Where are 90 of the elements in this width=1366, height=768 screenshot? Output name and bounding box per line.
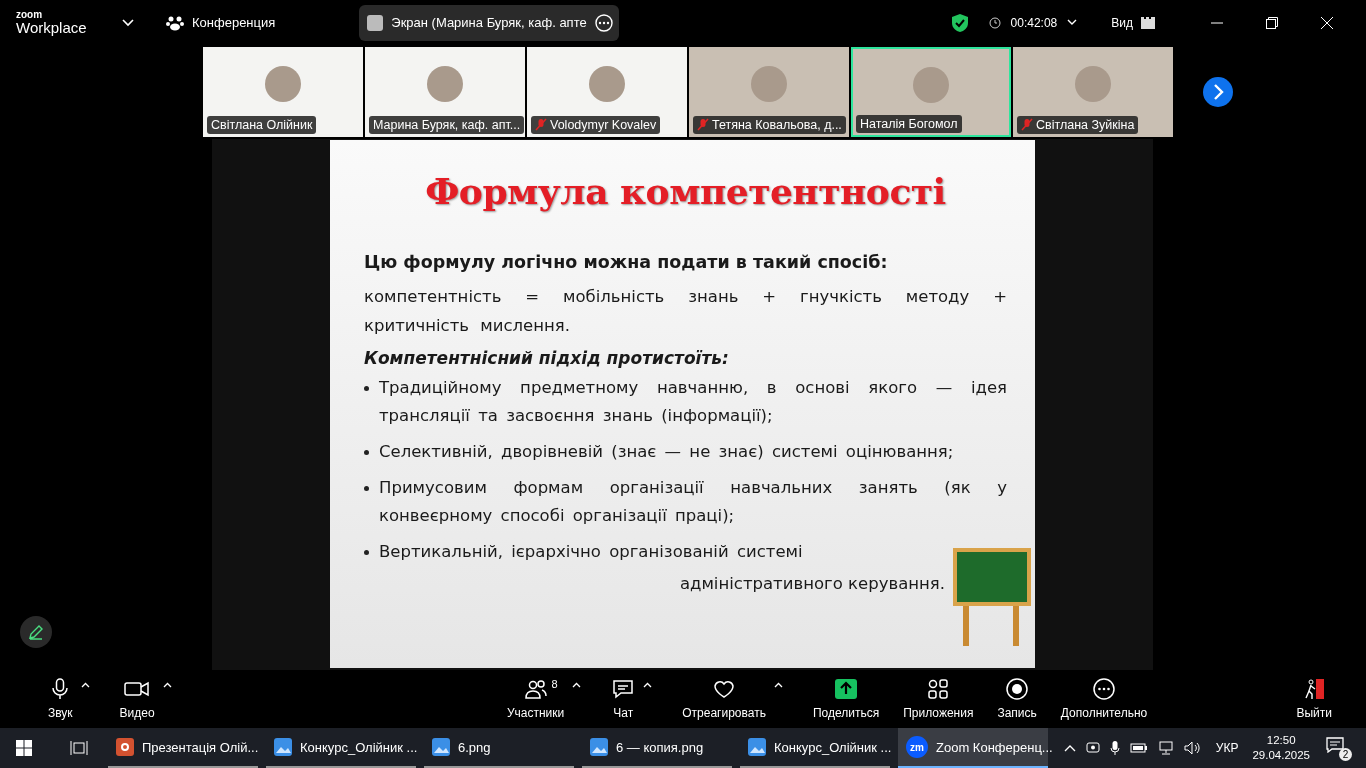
photo-app-icon [748,738,766,756]
language-indicator[interactable]: УКР [1215,741,1239,755]
avatar-icon [367,14,384,31]
slide-subheading: Компетентнісний підхід протистоїть: [364,348,730,368]
photo-app-icon [432,738,450,756]
view-button[interactable]: Вид [1105,14,1161,31]
notification-count: 2 [1339,748,1352,761]
meeting-label[interactable]: Конференция [192,15,276,30]
bullet-text: Вертикальній, ієрархічно організованій системі [379,541,803,563]
bullet-text: Селективній, дворівневій (знає — не знає) системі оцінювання; [379,441,954,463]
bullet-icon [364,450,369,455]
more-icon[interactable] [594,13,613,32]
shield-check-icon[interactable] [950,12,969,33]
apps-icon [926,678,951,700]
grid-icon [1141,16,1155,29]
logo-small-text: zoom [16,10,44,20]
bullet-icon [364,386,369,391]
participant-tile[interactable]: Світлана Олійник [203,47,363,137]
meeting-timer: 00:42:08 [1010,15,1058,30]
chevron-down-icon[interactable] [1067,19,1078,26]
clock-icon [988,16,1001,29]
caret-icon[interactable] [162,682,172,688]
photo-app-icon [590,738,608,756]
paw-icon [166,14,184,31]
microphone-icon[interactable] [1109,740,1120,756]
bullet-icon [364,550,369,555]
notification-icon [1326,737,1344,753]
taskbar-app[interactable]: 6 — копия.png [582,728,732,768]
caret-icon[interactable] [773,682,783,688]
webcam-icon[interactable] [1085,741,1100,755]
participant-tile[interactable]: Тетяна Ковальова, д... [689,47,849,137]
bullet-text: Традиційному предметному навчанню, в основі якого — ідея трансляції та засвоєння знань (інформації); [379,377,1007,427]
slide-intro: Цю формулу логічно можна подати в такий спосіб: [364,252,889,272]
bullet-text: Примусовим формам організації навчальних занять (як у конвеєрному способі організації праці); [379,477,1007,527]
close-icon[interactable] [1321,16,1333,29]
toolbar-button[interactable]: Дополнительно [1056,678,1152,720]
taskbar-app[interactable]: Конкурс_Олійник ... [266,728,416,768]
presentation-app-icon [116,738,134,756]
restore-icon[interactable] [1266,16,1278,29]
record-icon [1005,678,1030,700]
caret-icon[interactable] [643,682,653,688]
more-icon [1092,678,1116,700]
network-icon[interactable] [1157,741,1174,755]
caret-icon[interactable] [572,682,582,688]
photo-app-icon [274,738,292,756]
taskbar-app[interactable]: Конкурс_Олійник ... [740,728,890,768]
task-view-icon[interactable] [70,740,88,756]
screen-share-pill[interactable]: Экран (Марина Буряк, каф. апте [359,4,619,41]
name-label: Наталія Богомол [856,115,962,133]
next-arrow-button[interactable] [1203,77,1233,107]
chevron-up-icon[interactable] [1063,744,1076,752]
taskbar-app[interactable]: Презентація Олій... [108,728,258,768]
speaker-icon[interactable] [1183,741,1202,755]
logo-text: Workplace [16,20,88,35]
participant-tile[interactable]: Світлана Зуйкіна [1013,47,1173,137]
toolbar-button[interactable]: Приложения [899,678,978,720]
battery-icon[interactable] [1129,742,1148,754]
participant-tile[interactable]: Volodymyr Kovalev [527,47,687,137]
zoom-app-icon: zm [906,736,928,758]
participant-tile[interactable]: Марина Буряк, каф. апт... [365,47,525,137]
people-icon [523,678,548,700]
chat-icon [611,678,636,700]
toolbar-button[interactable]: 8 Участники [502,678,569,720]
taskbar-app[interactable]: 6.png [424,728,574,768]
slide-title: Формула компетентності [424,170,947,212]
toolbar-button[interactable]: Отреагировать [678,678,770,720]
heart-icon [712,678,737,700]
name-label: Volodymyr Kovalev [531,116,661,134]
notifications-button[interactable]: 2 [1324,735,1352,761]
clock[interactable]: 12:50 29.04.2025 [1252,733,1310,763]
exit-door-icon [1302,678,1327,700]
name-label: Марина Буряк, каф. апт... [369,116,524,134]
toolbar-button[interactable]: Поделиться [808,678,884,720]
toolbar-button[interactable]: Видео [115,678,159,720]
participant-tile[interactable]: Наталія Богомол [851,47,1011,137]
name-label: Тетяна Ковальова, д... [693,116,846,134]
name-label: Світлана Зуйкіна [1017,116,1139,134]
caret-icon[interactable] [80,682,90,688]
toolbar-button[interactable]: Звук [44,678,77,720]
leave-button[interactable]: Выйти [1292,678,1336,720]
pencil-icon[interactable] [20,616,52,648]
toolbar-button[interactable]: Чат [607,678,640,720]
slide-formula: компетентність = мобільність знань + гнучкість методу + критичність мислення. [364,286,1007,337]
name-label: Світлана Олійник [207,116,317,134]
chevron-down-icon[interactable] [122,18,134,27]
bullet-icon [364,486,369,491]
windows-start-icon[interactable] [16,740,32,756]
toolbar-button[interactable]: Запись [993,678,1041,720]
participant-count: 8 [551,678,558,690]
slide-closing-line: адміністративного керування. [679,574,945,593]
